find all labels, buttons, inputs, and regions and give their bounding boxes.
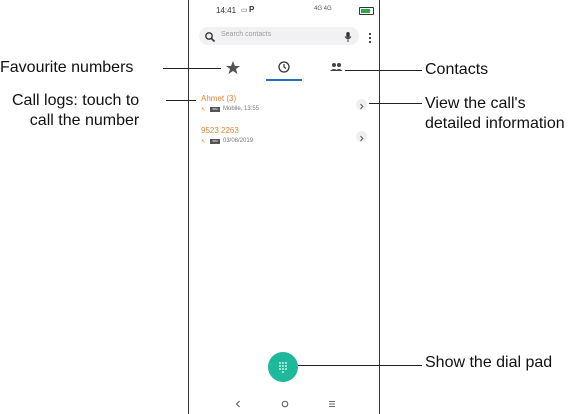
- callout-call-logs: Call logs: touch to call the number: [12, 91, 139, 131]
- sim-icon: ▭: [241, 7, 248, 14]
- callout-line-favourites: [163, 68, 221, 69]
- battery-icon: [359, 7, 374, 15]
- call-details-button[interactable]: [356, 99, 367, 110]
- callout-view-line2: detailed information: [425, 115, 565, 132]
- phone-screen: 14:41 ▭ P 4G 4G Search contacts Ahmet (3…: [188, 0, 380, 414]
- callout-favourite-numbers: Favourite numbers: [0, 59, 134, 76]
- status-time: 14:41: [216, 6, 237, 15]
- call-details-button[interactable]: [356, 131, 367, 142]
- callout-line-call-logs: [166, 100, 196, 101]
- clock-icon: [278, 61, 290, 73]
- search-bar[interactable]: Search contacts: [199, 27, 359, 45]
- call-name: Ahmet (3): [201, 94, 237, 103]
- status-bar: 14:41 ▭ P 4G 4G: [189, 5, 379, 20]
- callout-call-logs-line2: call the number: [29, 112, 140, 129]
- callout-dial-pad: Show the dial pad: [425, 354, 553, 371]
- recent-apps-icon[interactable]: [327, 397, 337, 409]
- call-log-item[interactable]: 9523 2263 ↖ SIM 03/08/2019: [201, 126, 371, 152]
- callout-view-line1: View the call's: [425, 95, 526, 112]
- callout-contacts: Contacts: [425, 61, 489, 78]
- home-icon[interactable]: [280, 397, 290, 409]
- search-icon: [204, 30, 216, 43]
- tab-contacts[interactable]: [326, 59, 346, 75]
- more-options-icon[interactable]: [367, 31, 373, 44]
- status-p-badge: P: [249, 5, 255, 14]
- callout-line-dial: [298, 365, 422, 366]
- chevron-right-icon: [360, 103, 364, 110]
- tab-recents[interactable]: [274, 59, 294, 75]
- mic-icon[interactable]: [342, 30, 354, 42]
- sim-badge: SIM: [210, 107, 220, 112]
- network-indicator: 4G 4G: [314, 6, 332, 12]
- chevron-right-icon: [360, 135, 364, 142]
- call-detail: 03/08/2019: [223, 138, 254, 144]
- dialpad-icon: [279, 362, 287, 373]
- outgoing-call-icon: ↖: [201, 139, 207, 145]
- star-icon: [226, 61, 240, 74]
- callout-view-details: View the call's detailed information: [425, 94, 565, 134]
- call-name: 9523 2263: [201, 126, 239, 135]
- search-input[interactable]: Search contacts: [221, 31, 271, 38]
- outgoing-call-icon: ↖: [201, 107, 207, 113]
- people-icon: [330, 63, 343, 71]
- callout-call-logs-line1: Call logs: touch to: [12, 92, 140, 109]
- call-log-item[interactable]: Ahmet (3) ↖ SIM Mobile, 13:55: [201, 94, 371, 120]
- dial-pad-button[interactable]: [268, 352, 298, 382]
- call-detail: Mobile, 13:55: [223, 106, 260, 112]
- tab-favourites[interactable]: [223, 59, 243, 75]
- callout-line-contacts: [345, 70, 422, 71]
- callout-line-view: [369, 103, 422, 104]
- sim-badge: SIM: [210, 139, 220, 144]
- selected-tab-indicator: [266, 79, 302, 81]
- back-icon[interactable]: [233, 397, 243, 409]
